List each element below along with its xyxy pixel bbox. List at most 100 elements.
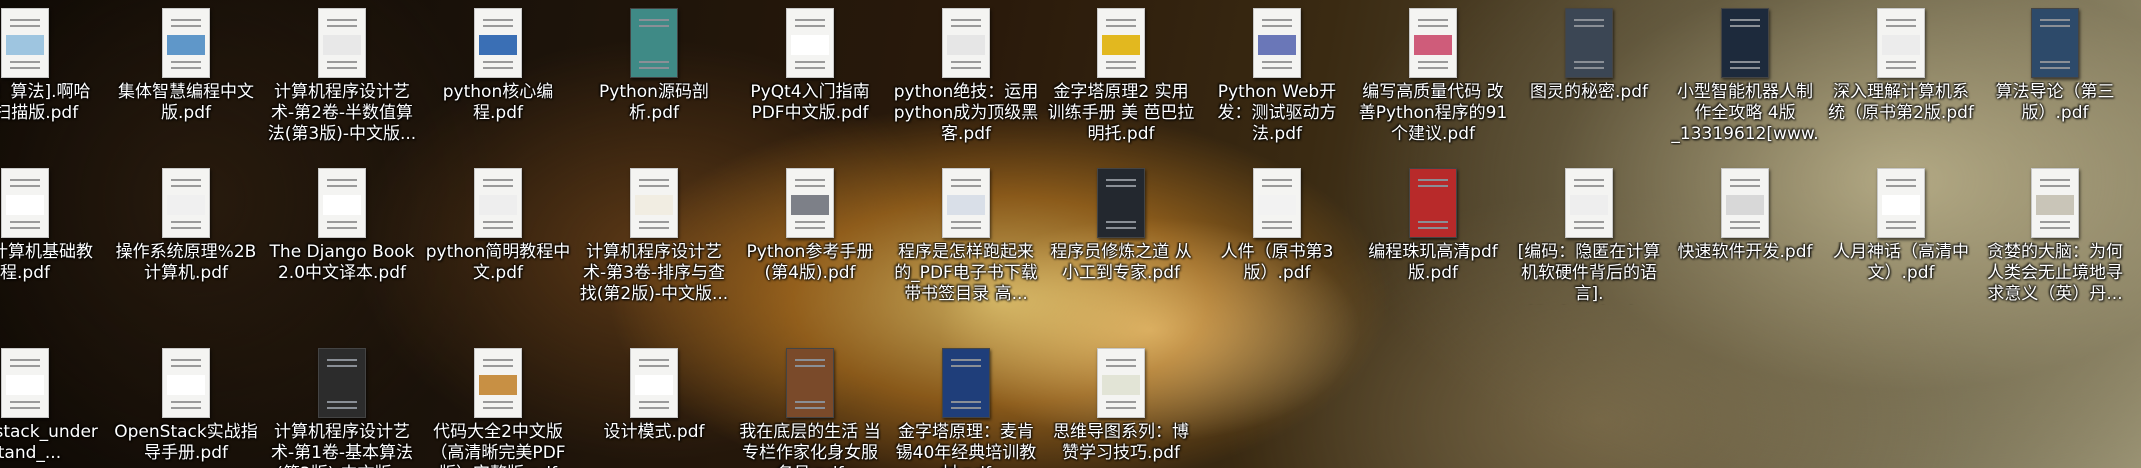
pdf-thumbnail-icon bbox=[162, 8, 210, 78]
pdf-thumbnail-icon bbox=[318, 8, 366, 78]
pdf-thumbnail-icon bbox=[318, 168, 366, 238]
desktop-file-icon[interactable]: 人件（原书第3版）.pdf bbox=[1202, 168, 1352, 284]
file-name-label: 计算机程序设计艺术-第3卷-排序与查找(第2版)-中文版... bbox=[579, 242, 729, 304]
desktop-file-icon[interactable]: 图灵的秘密.pdf bbox=[1514, 8, 1664, 103]
file-name-label: 编程珠玑高清pdf版.pdf bbox=[1368, 242, 1498, 283]
file-name-label: 我在底层的生活 当专栏作家化身女服务员.pdf bbox=[739, 422, 881, 468]
file-name-label: 快速软件开发.pdf bbox=[1677, 242, 1813, 262]
pdf-thumbnail-icon bbox=[942, 348, 990, 418]
pdf-thumbnail-icon bbox=[1877, 168, 1925, 238]
desktop-file-icon[interactable]: 编写高质量代码 改善Python程序的91个建议.pdf bbox=[1358, 8, 1508, 145]
file-name-label: openstack_understand_... bbox=[0, 422, 98, 463]
pdf-thumbnail-icon bbox=[1877, 8, 1925, 78]
file-name-label: Python源码剖析.pdf bbox=[599, 82, 709, 123]
file-name-label: 人件（原书第3版）.pdf bbox=[1220, 242, 1334, 283]
file-name-label: [编码：隐匿在计算机软硬件背后的语言].(Code).Charl... bbox=[1517, 242, 1661, 304]
pdf-thumbnail-icon bbox=[474, 8, 522, 78]
desktop-file-icon[interactable]: 贪婪的大脑：为何人类会无止境地寻求意义（英）丹... bbox=[1980, 168, 2130, 305]
desktop-file-icon[interactable]: Python参考手册(第4版).pdf bbox=[735, 168, 885, 284]
file-name-label: 算法导论（第三版）.pdf bbox=[1995, 82, 2115, 123]
pdf-thumbnail-icon bbox=[1097, 348, 1145, 418]
pdf-thumbnail-icon bbox=[474, 168, 522, 238]
pdf-thumbnail-icon bbox=[1721, 8, 1769, 78]
pdf-thumbnail-icon bbox=[2031, 8, 2079, 78]
pdf-thumbnail-icon bbox=[1721, 168, 1769, 238]
file-name-label: 计算机程序设计艺术-第2卷-半数值算法(第3版)-中文版... bbox=[267, 82, 417, 144]
file-name-label: python简明教程中文.pdf bbox=[425, 242, 571, 283]
file-name-label: 深入理解计算机系统（原书第2版.pdf bbox=[1828, 82, 1974, 123]
pdf-thumbnail-icon bbox=[786, 8, 834, 78]
desktop-file-icon[interactable]: python简明教程中文.pdf bbox=[423, 168, 573, 284]
pdf-thumbnail-icon bbox=[630, 168, 678, 238]
desktop-file-icon[interactable]: 大学计算机基础教程.pdf bbox=[0, 168, 100, 284]
desktop-file-icon[interactable]: 啊哈！算法].啊哈磊.扫描版.pdf bbox=[0, 8, 100, 124]
file-name-label: 代码大全2中文版（高清晰完美PDF版）完整版.pdf bbox=[430, 422, 566, 468]
desktop-file-icon[interactable]: 思维导图系列：博赞学习技巧.pdf bbox=[1046, 348, 1196, 464]
pdf-thumbnail-icon bbox=[2031, 168, 2079, 238]
pdf-thumbnail-icon bbox=[1409, 8, 1457, 78]
pdf-thumbnail-icon bbox=[1, 168, 49, 238]
desktop-file-icon[interactable]: 计算机程序设计艺术-第1卷-基本算法(第3版)-中文版... bbox=[267, 348, 417, 468]
desktop-file-icon[interactable]: 金字塔原理：麦肯锡40年经典培训教材.pdf bbox=[891, 348, 1041, 468]
desktop-file-icon[interactable]: 编程珠玑高清pdf版.pdf bbox=[1358, 168, 1508, 284]
desktop-file-icon[interactable]: Python Web开发：测试驱动方法.pdf bbox=[1202, 8, 1352, 145]
desktop-file-icon[interactable]: PyQt4入门指南PDF中文版.pdf bbox=[735, 8, 885, 124]
desktop-file-icon[interactable]: 计算机程序设计艺术-第3卷-排序与查找(第2版)-中文版... bbox=[579, 168, 729, 305]
desktop-file-icon[interactable]: 金字塔原理2 实用训练手册 美 芭巴拉 明托.pdf bbox=[1046, 8, 1196, 145]
file-name-label: python绝技：运用python成为顶级黑客.pdf bbox=[893, 82, 1039, 144]
file-name-label: 程序员修炼之道 从小工到专家.pdf bbox=[1050, 242, 1192, 283]
desktop-file-icon[interactable]: python核心编程.pdf bbox=[423, 8, 573, 124]
pdf-thumbnail-icon bbox=[786, 168, 834, 238]
desktop-file-icon[interactable]: 集体智慧编程中文版.pdf bbox=[111, 8, 261, 124]
desktop-file-icon[interactable]: 操作系统原理%2B计算机.pdf bbox=[111, 168, 261, 284]
desktop-file-icon[interactable]: 小型智能机器人制作全攻略 4版_13319612[www.... bbox=[1670, 8, 1820, 145]
desktop-file-icon[interactable]: python绝技：运用python成为顶级黑客.pdf bbox=[891, 8, 1041, 145]
pdf-thumbnail-icon bbox=[1097, 8, 1145, 78]
desktop-file-icon[interactable]: 设计模式.pdf bbox=[579, 348, 729, 443]
desktop-file-icon[interactable]: The Django Book 2.0中文译本.pdf bbox=[267, 168, 417, 284]
file-name-label: 金字塔原理：麦肯锡40年经典培训教材.pdf bbox=[895, 422, 1037, 468]
file-name-label: 人月神话（高清中文）.pdf bbox=[1833, 242, 1969, 283]
desktop-file-icon[interactable]: OpenStack实战指导手册.pdf bbox=[111, 348, 261, 464]
pdf-thumbnail-icon bbox=[1565, 168, 1613, 238]
file-name-label: 设计模式.pdf bbox=[603, 422, 705, 442]
desktop-file-icon[interactable]: 深入理解计算机系统（原书第2版.pdf bbox=[1826, 8, 1976, 124]
file-name-label: Python参考手册(第4版).pdf bbox=[746, 242, 874, 283]
desktop-file-icon[interactable]: 人月神话（高清中文）.pdf bbox=[1826, 168, 1976, 284]
pdf-thumbnail-icon bbox=[942, 8, 990, 78]
pdf-thumbnail-icon bbox=[1, 348, 49, 418]
desktop: 啊哈！算法].啊哈磊.扫描版.pdf 集体智慧编程中文版.pdf 计算机程序设计艺术… bbox=[0, 0, 2141, 468]
desktop-file-icon[interactable]: 我在底层的生活 当专栏作家化身女服务员.pdf bbox=[735, 348, 885, 468]
pdf-thumbnail-icon bbox=[1, 8, 49, 78]
file-name-label: 思维导图系列：博赞学习技巧.pdf bbox=[1053, 422, 1189, 463]
pdf-thumbnail-icon bbox=[474, 348, 522, 418]
pdf-thumbnail-icon bbox=[1097, 168, 1145, 238]
pdf-thumbnail-icon bbox=[162, 168, 210, 238]
file-name-label: 小型智能机器人制作全攻略 4版_13319612[www.... bbox=[1671, 82, 1819, 144]
desktop-file-icon[interactable]: 代码大全2中文版（高清晰完美PDF版）完整版.pdf bbox=[423, 348, 573, 468]
file-name-label: 啊哈！算法].啊哈磊.扫描版.pdf bbox=[0, 82, 91, 123]
desktop-file-icon[interactable]: 计算机程序设计艺术-第2卷-半数值算法(第3版)-中文版... bbox=[267, 8, 417, 145]
desktop-file-icon[interactable]: 程序是怎样跑起来的_PDF电子书下载 带书签目录 高... bbox=[891, 168, 1041, 305]
pdf-thumbnail-icon bbox=[318, 348, 366, 418]
pdf-thumbnail-icon bbox=[942, 168, 990, 238]
file-name-label: OpenStack实战指导手册.pdf bbox=[114, 422, 258, 463]
file-name-label: 大学计算机基础教程.pdf bbox=[0, 242, 93, 283]
desktop-file-icon[interactable]: 快速软件开发.pdf bbox=[1670, 168, 1820, 263]
desktop-file-icon[interactable]: openstack_understand_... bbox=[0, 348, 100, 464]
pdf-thumbnail-icon bbox=[1409, 168, 1457, 238]
pdf-thumbnail-icon bbox=[786, 348, 834, 418]
file-name-label: 编写高质量代码 改善Python程序的91个建议.pdf bbox=[1358, 82, 1508, 144]
pdf-thumbnail-icon bbox=[1565, 8, 1613, 78]
file-name-label: python核心编程.pdf bbox=[442, 82, 554, 123]
desktop-file-icon[interactable]: 算法导论（第三版）.pdf bbox=[1980, 8, 2130, 124]
desktop-file-icon[interactable]: [编码：隐匿在计算机软硬件背后的语言].(Code).Charl... bbox=[1514, 168, 1664, 305]
desktop-file-icon[interactable]: Python源码剖析.pdf bbox=[579, 8, 729, 124]
file-name-label: 程序是怎样跑起来的_PDF电子书下载 带书签目录 高... bbox=[894, 242, 1038, 304]
desktop-file-icon[interactable]: 程序员修炼之道 从小工到专家.pdf bbox=[1046, 168, 1196, 284]
file-name-label: 集体智慧编程中文版.pdf bbox=[118, 82, 254, 123]
file-name-label: 图灵的秘密.pdf bbox=[1530, 82, 1648, 102]
pdf-thumbnail-icon bbox=[1253, 8, 1301, 78]
file-name-label: 贪婪的大脑：为何人类会无止境地寻求意义（英）丹... bbox=[1987, 242, 2123, 304]
file-name-label: PyQt4入门指南PDF中文版.pdf bbox=[750, 82, 870, 123]
